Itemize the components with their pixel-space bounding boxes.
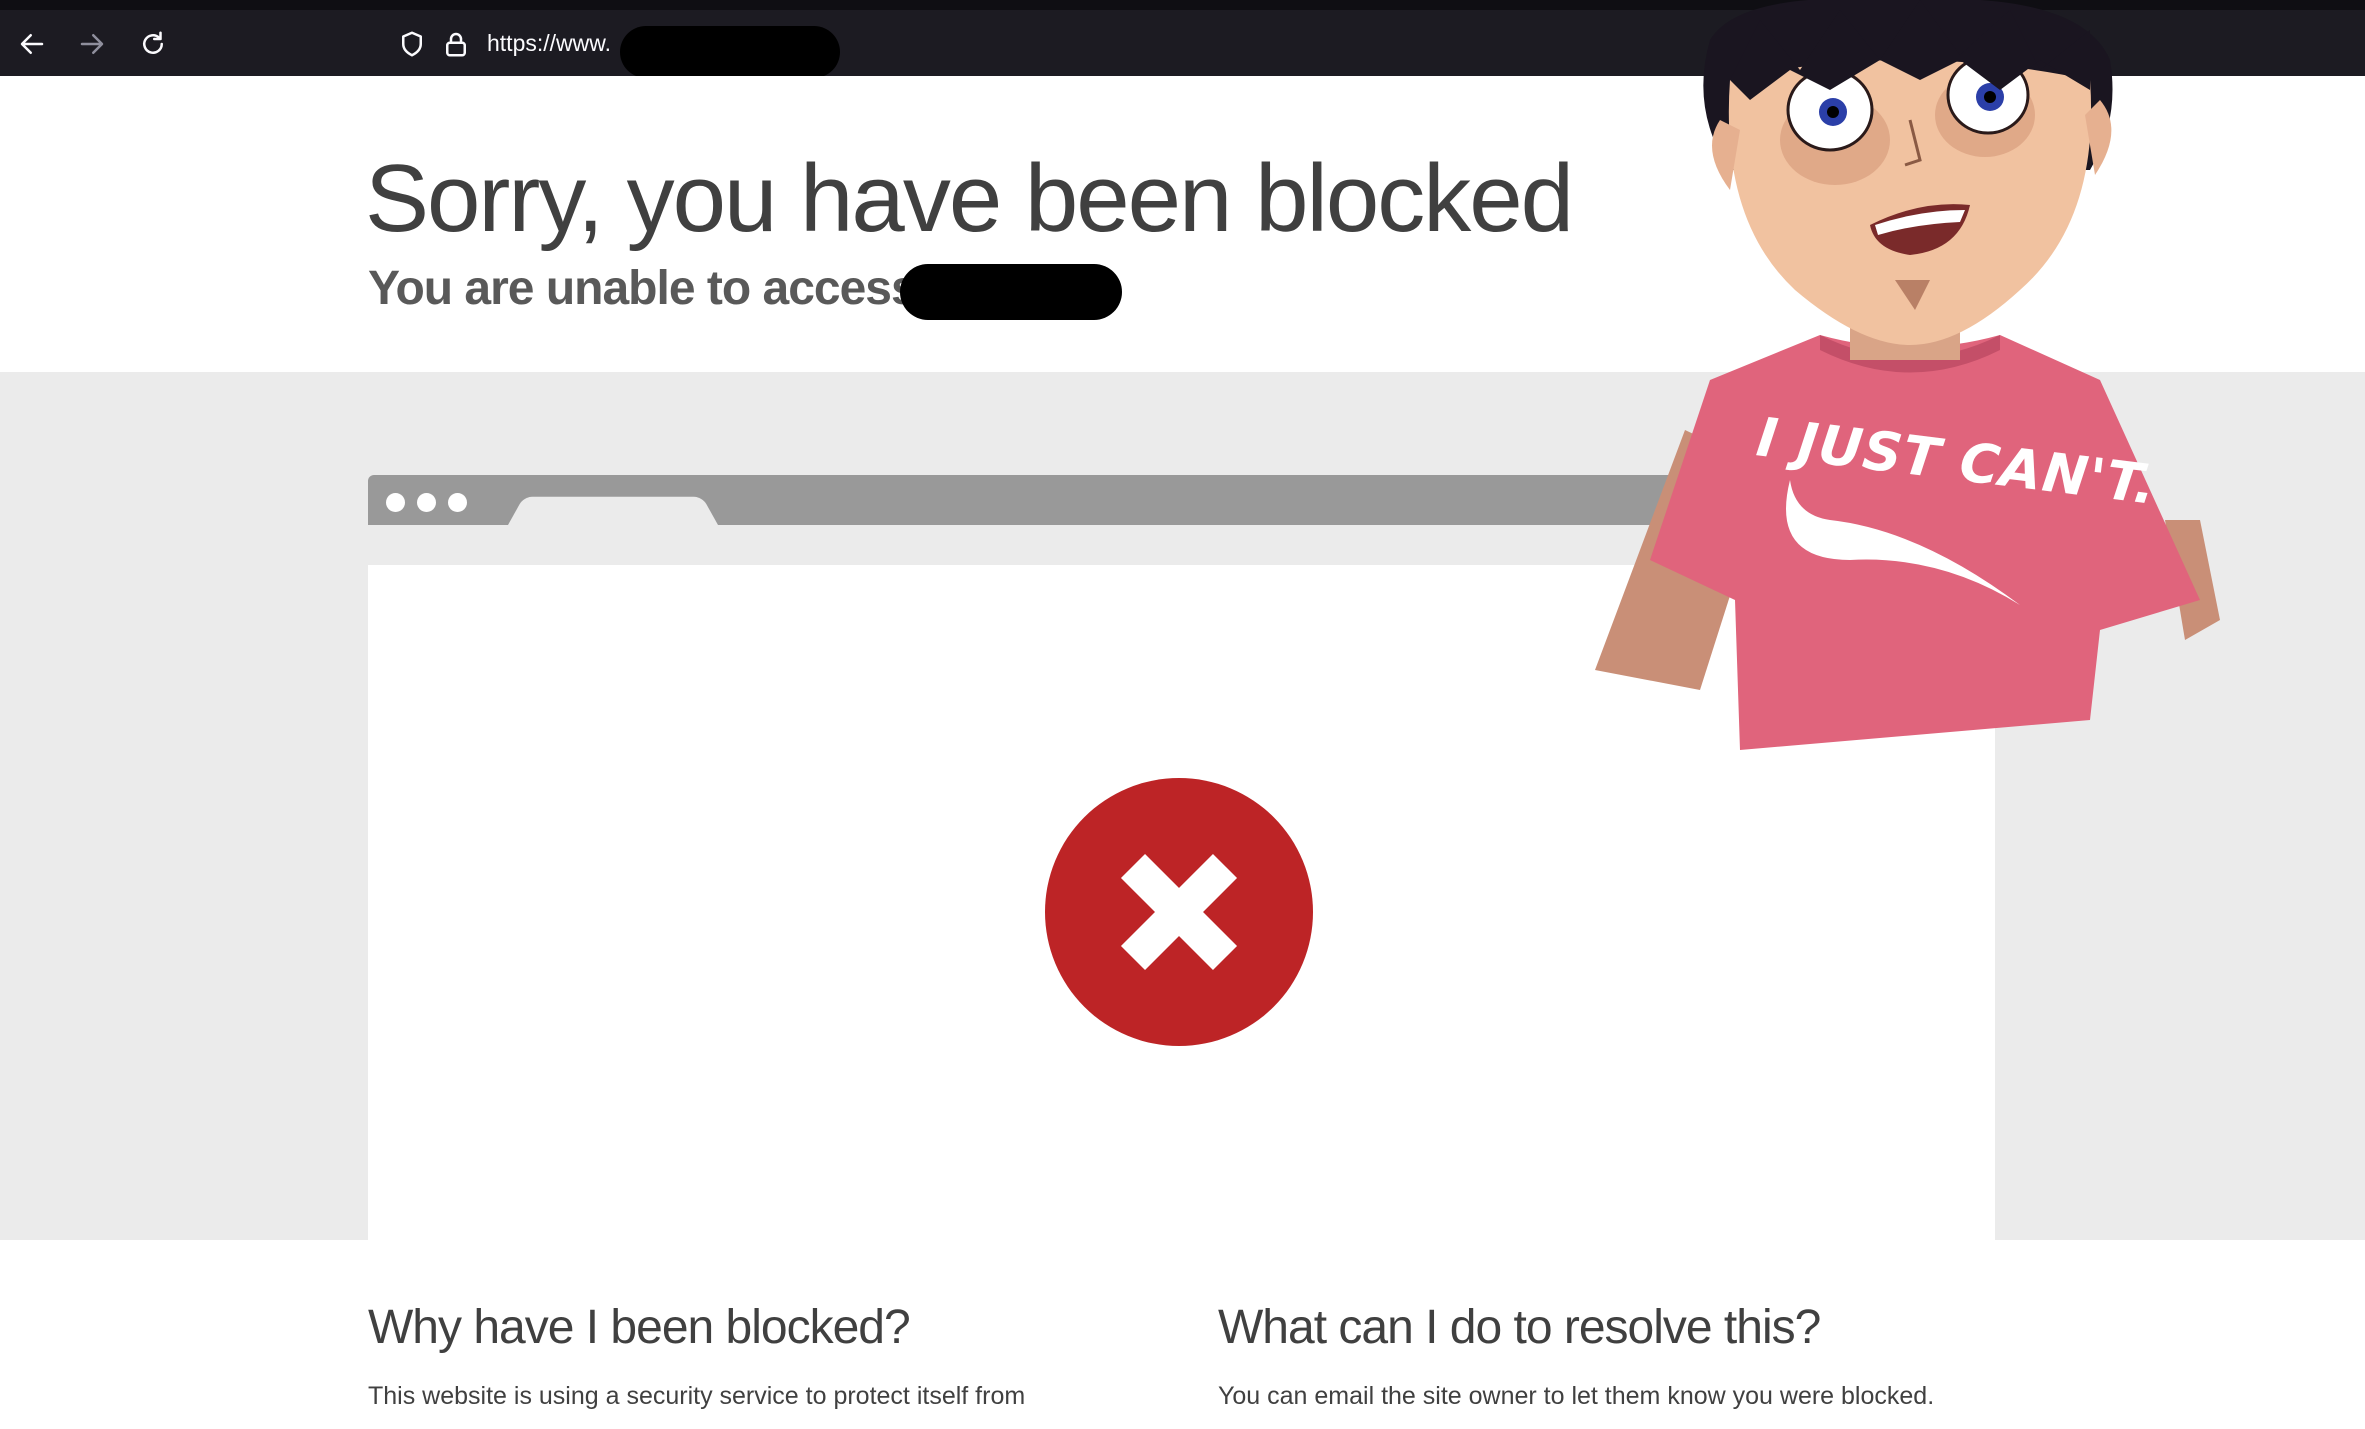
redaction-bar [620, 26, 840, 78]
resolve-heading: What can I do to resolve this? [1218, 1301, 1821, 1354]
forward-arrow-icon[interactable] [72, 24, 112, 64]
url-text[interactable]: https://www. [487, 30, 611, 57]
why-blocked-text: This website is using a security service… [368, 1382, 1026, 1410]
resolve-text: You can email the site owner to let them… [1218, 1382, 1935, 1410]
mock-dot-icon [417, 493, 436, 512]
mock-dot-icon [386, 493, 405, 512]
info-section: Why have I been blocked? This website is… [0, 1240, 2365, 1429]
page-subtitle: You are unable to access [368, 262, 918, 315]
page-title: Sorry, you have been blocked [365, 145, 1574, 252]
meme-character-image: I JUST CAN'T. [1580, 0, 2220, 750]
reload-icon[interactable] [133, 24, 173, 64]
mock-dot-icon [448, 493, 467, 512]
lock-icon[interactable] [436, 24, 476, 64]
back-arrow-icon[interactable] [12, 24, 52, 64]
mock-tab [508, 496, 718, 525]
why-blocked-heading: Why have I been blocked? [368, 1301, 911, 1354]
error-x-icon [1045, 778, 1313, 1046]
shield-icon[interactable] [392, 24, 432, 64]
redaction-bar [900, 264, 1122, 320]
